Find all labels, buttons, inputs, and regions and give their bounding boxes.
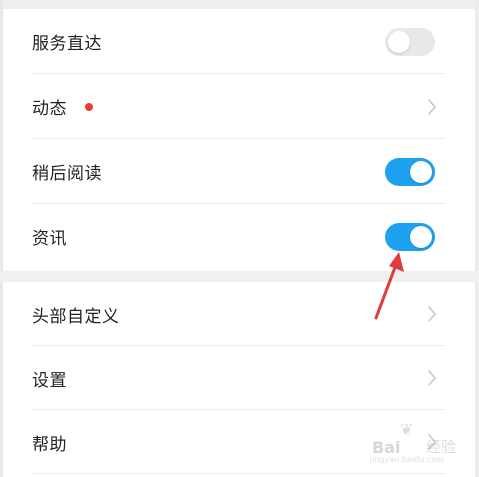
row-label-dynamics: 动态 xyxy=(32,99,67,119)
row-divider xyxy=(32,473,445,474)
chevron-right-icon xyxy=(428,306,436,322)
row-service-direct[interactable]: 服务直达 xyxy=(7,9,475,74)
row-label-help: 帮助 xyxy=(32,434,67,455)
red-dot-badge xyxy=(85,102,93,111)
baidu-jingyan-watermark: ❦ Bai 经验 jingyan.baidu.com xyxy=(356,418,460,466)
settings-group-primary: 服务直达 动态 稍后阅读 资讯 xyxy=(7,9,475,271)
watermark-brand-suffix: 经验 xyxy=(426,438,457,456)
annotation-arrow-icon xyxy=(374,252,404,320)
watermark-url: jingyan.baidu.com xyxy=(370,455,444,464)
chevron-right-icon xyxy=(428,98,436,115)
toggle-knob xyxy=(410,225,432,248)
left-edge xyxy=(0,0,3,477)
row-settings[interactable]: 设置 xyxy=(7,346,475,410)
paw-logo-icon: ❦ xyxy=(400,420,414,439)
toggle-knob xyxy=(410,160,432,183)
row-label-service-direct: 服务直达 xyxy=(32,34,102,54)
top-strip xyxy=(0,0,479,9)
news-toggle[interactable] xyxy=(385,222,435,251)
right-edge xyxy=(475,0,479,477)
row-label-read-later: 稍后阅读 xyxy=(32,164,102,184)
row-label-settings: 设置 xyxy=(32,370,67,391)
toggle-knob xyxy=(388,30,410,53)
row-read-later[interactable]: 稍后阅读 xyxy=(7,139,475,204)
row-dynamics[interactable]: 动态 xyxy=(7,74,475,139)
chevron-right-icon xyxy=(428,370,436,386)
service-direct-toggle[interactable] xyxy=(385,27,435,56)
row-label-header-customize: 头部自定义 xyxy=(32,306,120,327)
row-label-news: 资讯 xyxy=(32,229,67,249)
read-later-toggle[interactable] xyxy=(385,157,435,186)
